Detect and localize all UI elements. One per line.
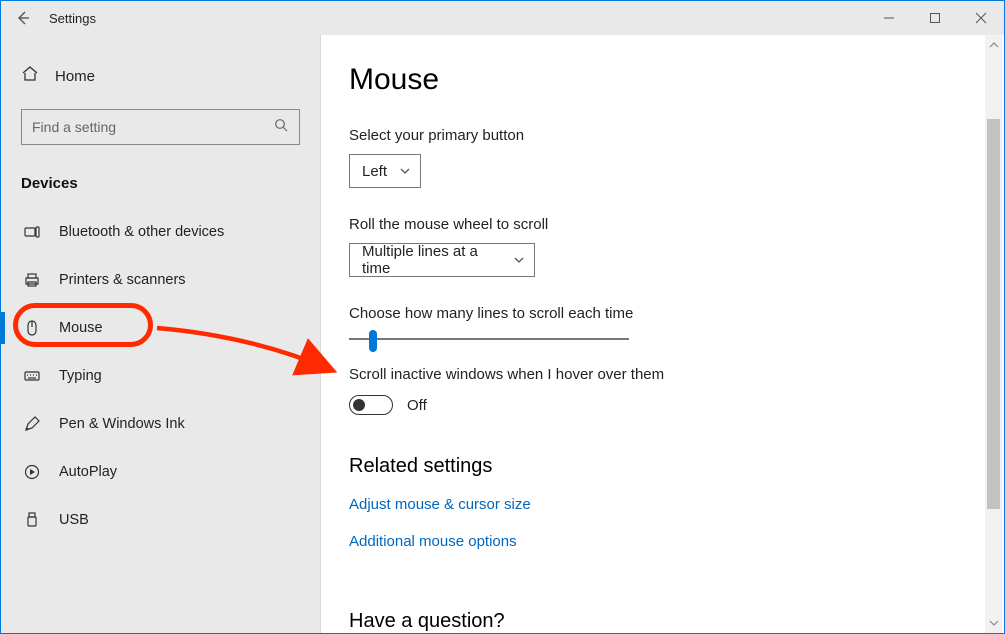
sidebar-item-label: USB: [59, 512, 89, 528]
dropdown-value: Left: [362, 163, 387, 180]
main-content: Mouse Select your primary button Left Ro…: [321, 35, 1004, 633]
scroll-down-button[interactable]: [985, 615, 1002, 631]
label-wheel-scroll: Roll the mouse wheel to scroll: [349, 216, 1004, 233]
page-title: Mouse: [349, 63, 1004, 97]
maximize-button[interactable]: [912, 1, 958, 35]
dropdown-wheel-scroll[interactable]: Multiple lines at a time: [349, 243, 535, 277]
sidebar-item-bluetooth[interactable]: Bluetooth & other devices: [1, 208, 320, 256]
link-adjust-mouse-cursor-size[interactable]: Adjust mouse & cursor size: [349, 496, 531, 513]
sidebar-item-usb[interactable]: USB: [1, 496, 320, 544]
sidebar-item-label: Pen & Windows Ink: [59, 416, 185, 432]
annotation-highlight-ring: [13, 303, 153, 347]
usb-icon: [23, 511, 41, 529]
dropdown-value: Multiple lines at a time: [362, 243, 504, 277]
scrollbar-thumb[interactable]: [987, 119, 1000, 509]
sidebar-item-pen[interactable]: Pen & Windows Ink: [1, 400, 320, 448]
sidebar-item-typing[interactable]: Typing: [1, 352, 320, 400]
vertical-scrollbar[interactable]: [985, 35, 1002, 633]
sidebar-item-label: Printers & scanners: [59, 272, 186, 288]
slider-lines-to-scroll[interactable]: [349, 338, 629, 340]
chevron-down-icon: [400, 163, 410, 180]
search-placeholder: Find a setting: [32, 119, 116, 135]
label-primary-button: Select your primary button: [349, 127, 1004, 144]
close-button[interactable]: [958, 1, 1004, 35]
autoplay-icon: [23, 463, 41, 481]
minimize-button[interactable]: [866, 1, 912, 35]
sidebar-item-printers[interactable]: Printers & scanners: [1, 256, 320, 304]
heading-have-a-question: Have a question?: [349, 610, 1004, 633]
toggle-scroll-inactive[interactable]: [349, 395, 393, 415]
label-scroll-inactive: Scroll inactive windows when I hover ove…: [349, 366, 1004, 383]
search-icon: [274, 118, 289, 136]
titlebar: Settings: [1, 1, 1004, 35]
back-button[interactable]: [1, 1, 45, 35]
home-icon: [21, 65, 39, 87]
scrollbar-track[interactable]: [985, 53, 1002, 615]
sidebar-item-label: AutoPlay: [59, 464, 117, 480]
label-lines-to-scroll: Choose how many lines to scroll each tim…: [349, 305, 1004, 322]
keyboard-icon: [23, 367, 41, 385]
sidebar-item-label: Typing: [59, 368, 102, 384]
sidebar-item-autoplay[interactable]: AutoPlay: [1, 448, 320, 496]
scroll-up-button[interactable]: [985, 37, 1002, 53]
link-additional-mouse-options[interactable]: Additional mouse options: [349, 533, 517, 550]
sidebar-item-label: Bluetooth & other devices: [59, 224, 224, 240]
heading-related-settings: Related settings: [349, 455, 1004, 478]
printer-icon: [23, 271, 41, 289]
window-title: Settings: [49, 11, 96, 26]
sidebar-section-heading: Devices: [1, 151, 320, 208]
pen-icon: [23, 415, 41, 433]
toggle-knob: [353, 399, 365, 411]
chevron-down-icon: [514, 252, 524, 269]
toggle-state-label: Off: [407, 397, 427, 414]
sidebar-home[interactable]: Home: [1, 57, 320, 95]
sidebar-home-label: Home: [55, 68, 95, 85]
dropdown-primary-button[interactable]: Left: [349, 154, 421, 188]
bluetooth-device-icon: [23, 223, 41, 241]
slider-thumb[interactable]: [369, 330, 377, 352]
search-input[interactable]: Find a setting: [21, 109, 300, 145]
window-controls: [866, 1, 1004, 35]
